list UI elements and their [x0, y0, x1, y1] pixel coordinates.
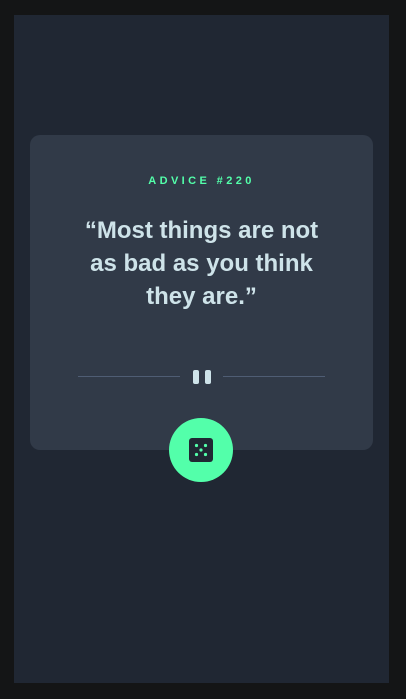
divider-line-left	[78, 376, 180, 377]
pause-bar-right	[205, 370, 211, 384]
app-viewport: ADVICE #220 “Most things are not as bad …	[14, 15, 389, 683]
advice-quote: “Most things are not as bad as you think…	[84, 217, 319, 310]
advice-id-label: ADVICE #220	[30, 175, 373, 187]
pause-icon	[193, 370, 211, 384]
divider-line-right	[223, 376, 325, 377]
generate-advice-button[interactable]	[169, 418, 233, 482]
dice-icon	[189, 438, 213, 462]
pattern-divider	[78, 367, 325, 387]
pause-bar-left	[193, 370, 199, 384]
advice-card: ADVICE #220 “Most things are not as bad …	[30, 135, 373, 450]
advice-number: 220	[226, 175, 255, 187]
advice-label-prefix: ADVICE #	[148, 175, 227, 187]
